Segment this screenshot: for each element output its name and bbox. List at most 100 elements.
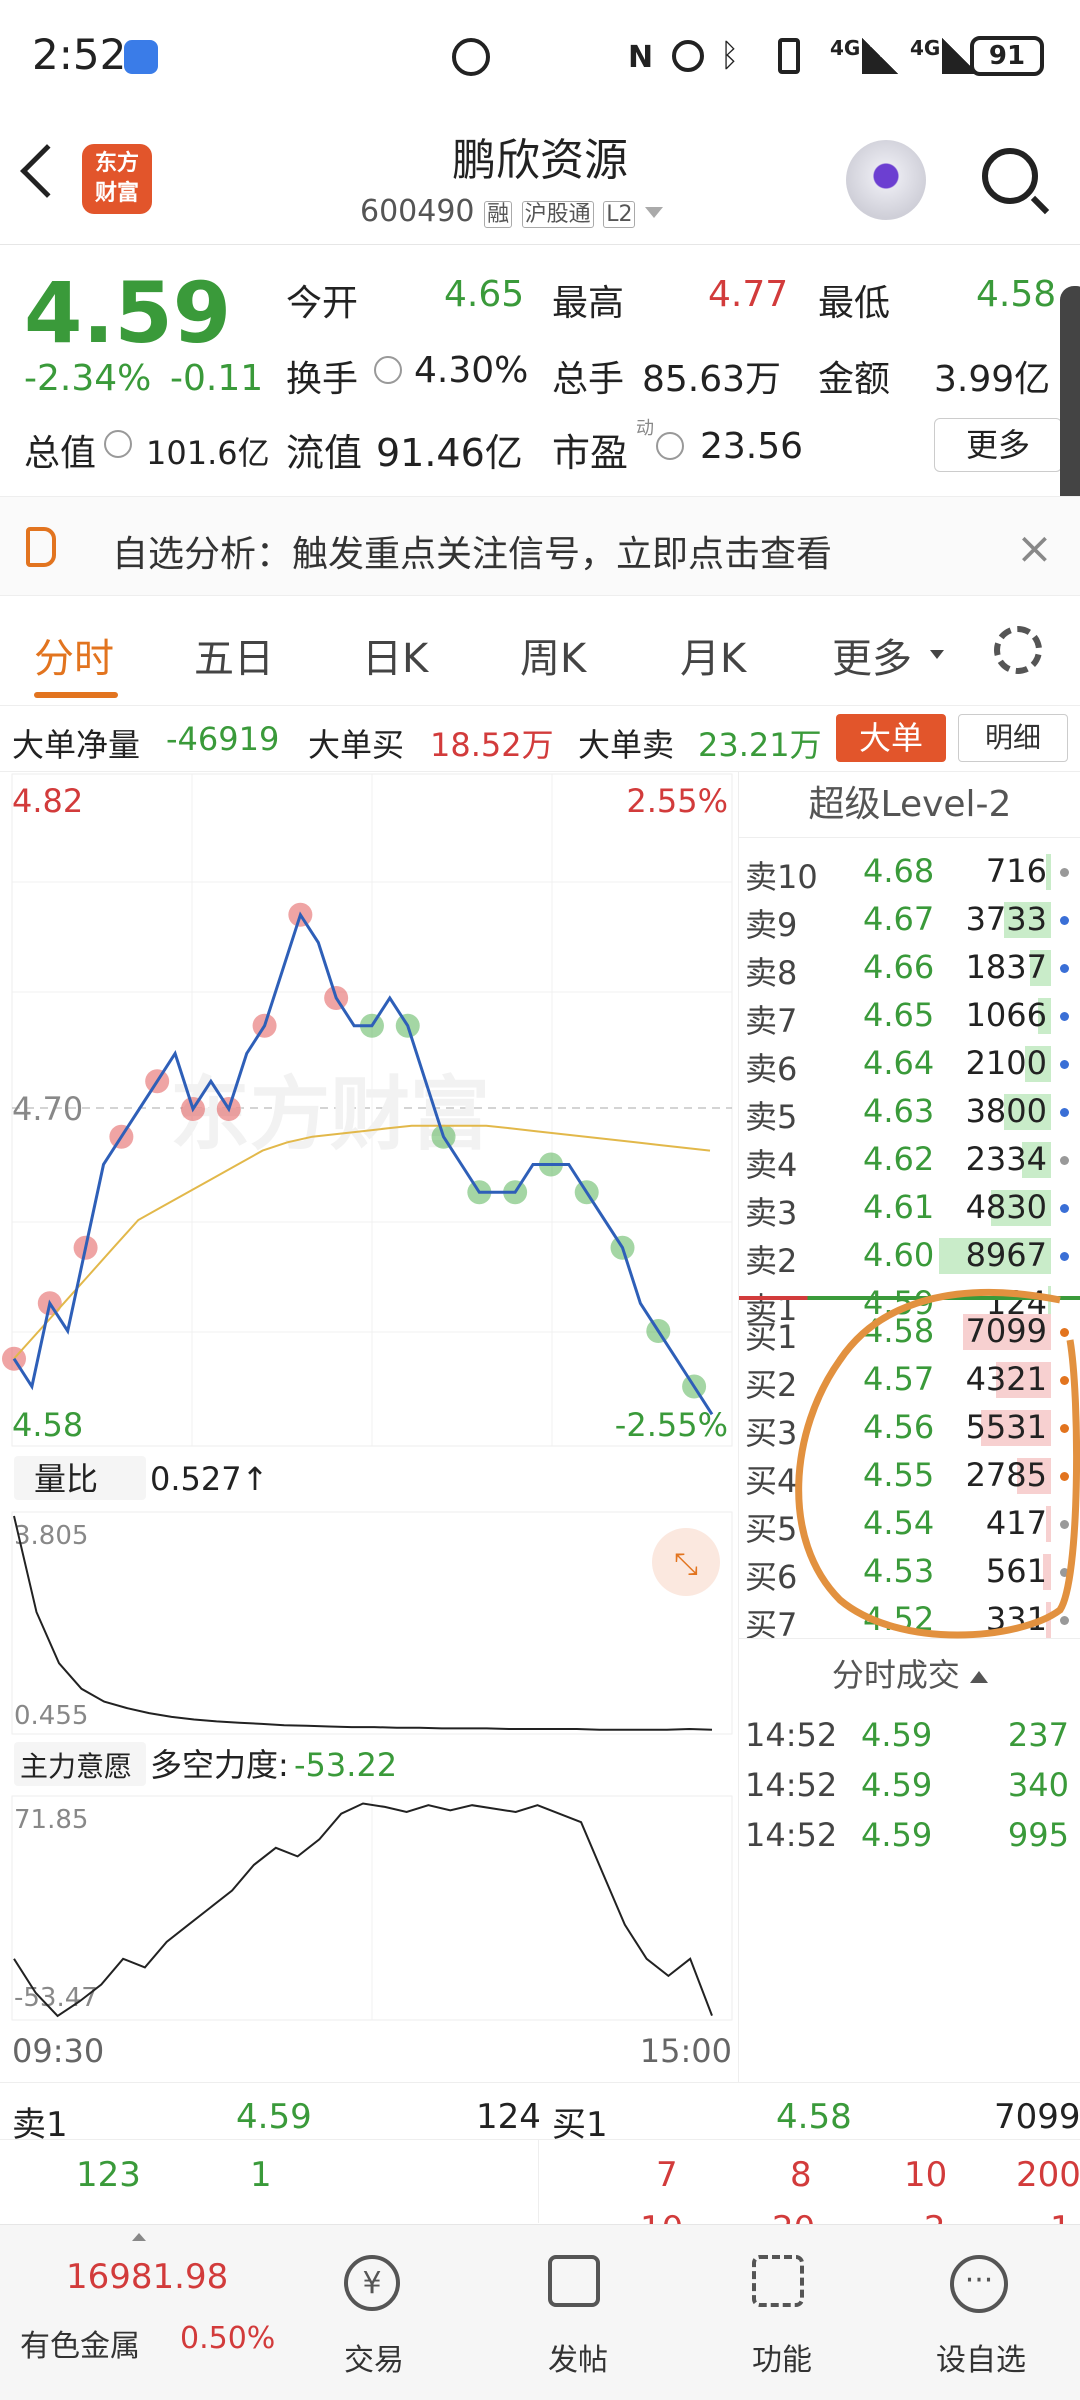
close-icon[interactable]: × — [1016, 523, 1053, 574]
stock-code-line[interactable]: 600490 融 沪股通 L2 — [360, 194, 760, 229]
grid-icon — [752, 2255, 804, 2307]
analysis-banner[interactable]: 自选分析：触发重点关注信号，立即点击查看 × — [0, 496, 1080, 596]
ask-row[interactable]: 卖4 4.62 2334 — [739, 1136, 1080, 1184]
tab-5day[interactable]: 五日 — [194, 626, 274, 684]
info-icon — [104, 430, 132, 458]
level2-title[interactable]: 超级Level-2 — [739, 772, 1080, 838]
tick-price: 4.59 — [861, 1816, 933, 1854]
bottom-price-label: 4.58 — [12, 1406, 83, 1444]
ticks-title: 分时成交 — [831, 1656, 960, 1694]
ask-row[interactable]: 卖10 4.68 716 — [739, 848, 1080, 896]
info-icon — [656, 432, 684, 460]
net-label: 大单净量 — [12, 726, 141, 764]
ask-row[interactable]: 卖8 4.66 1837 — [739, 944, 1080, 992]
vol-ratio-value: 0.527↑ — [150, 1460, 268, 1498]
robot-assistant-icon[interactable] — [846, 140, 926, 220]
ask-row[interactable]: 卖5 4.63 3800 — [739, 1088, 1080, 1136]
ask-row[interactable]: 卖9 4.67 3733 — [739, 896, 1080, 944]
ask-price: 4.62 — [863, 1140, 935, 1178]
app-root: { "status_bar":{"time":"2:52","battery":… — [0, 0, 1080, 2400]
intraday-chart[interactable]: 东方财富 4.82 2.55% 4.70 4.58 -2.55% 量比 0.52… — [0, 772, 736, 2082]
bottom-quote-strip: 卖1 4.59 124 买1 4.58 7099 123 1 7 8 10 20… — [0, 2082, 1080, 2249]
tick-price: 4.59 — [861, 1766, 933, 1804]
caret-down-icon — [930, 650, 944, 659]
turnover-label: 换手 — [286, 359, 359, 400]
ask-row[interactable]: 卖3 4.61 4830 — [739, 1184, 1080, 1232]
buy-detail-2: 8 — [790, 2155, 812, 2195]
ask-price: 4.61 — [863, 1188, 935, 1226]
info-icon — [374, 356, 402, 384]
ask-volume: 3800 — [965, 1092, 1047, 1130]
big-order-bar: 大单净量 -46919 大单买 18.52万 大单卖 23.21万 大单 明细 — [0, 706, 1080, 772]
back-icon[interactable] — [20, 144, 74, 198]
add-watchlist-button[interactable]: ··· 设自选 — [928, 2225, 1048, 2400]
ask-row[interactable]: 卖6 4.64 2100 — [739, 1040, 1080, 1088]
function-button[interactable]: 功能 — [724, 2225, 834, 2400]
pe-label: 市盈 — [552, 431, 629, 475]
tab-intraday[interactable]: 分时 — [34, 626, 114, 684]
ask-row[interactable]: 卖2 4.60 8967 — [739, 1232, 1080, 1280]
tab-weekly-k[interactable]: 周K — [520, 626, 586, 684]
ask-price: 4.67 — [863, 900, 935, 938]
post-button[interactable]: 发帖 — [520, 2225, 630, 2400]
tick-volume: 237 — [1007, 1716, 1069, 1754]
ask-volume: 4830 — [965, 1188, 1047, 1226]
volume-value: 85.63万 — [642, 359, 782, 400]
tick-time: 14:52 — [745, 1816, 838, 1854]
bottom-pct-label: -2.55% — [615, 1406, 728, 1444]
current-price: 4.59 — [24, 264, 232, 362]
status-dot — [1060, 1012, 1069, 1021]
gear-icon[interactable] — [994, 626, 1042, 674]
index-value[interactable]: 16981.98 — [66, 2257, 228, 2297]
status-dot — [1060, 1204, 1069, 1213]
status-dot — [1060, 964, 1069, 973]
tab-more[interactable]: 更多 — [832, 626, 912, 684]
tick-row: 14:52 4.59 340 — [739, 1762, 1080, 1812]
sell-detail-2: 1 — [250, 2155, 272, 2195]
network-type-2: 4G — [910, 36, 941, 60]
ask-row[interactable]: 卖7 4.65 1066 — [739, 992, 1080, 1040]
status-dot — [1060, 916, 1069, 925]
banner-text: 自选分析：触发重点关注信号，立即点击查看 — [112, 534, 833, 575]
ask-volume: 1066 — [965, 996, 1047, 1034]
ask-level-label: 卖10 — [745, 858, 818, 896]
buy-detail-3: 10 — [904, 2155, 948, 2195]
ask-price: 4.65 — [863, 996, 935, 1034]
search-icon-handle — [1030, 195, 1050, 215]
change-pct: -2.34% — [24, 358, 152, 399]
power-label[interactable]: 主力意愿 — [20, 1750, 132, 1783]
index-name[interactable]: 有色金属 — [20, 2321, 140, 2365]
ask-level-label: 卖9 — [745, 906, 798, 944]
float-label: 流值 — [286, 431, 363, 475]
pe-superscript: 动 — [636, 418, 654, 439]
search-icon[interactable] — [982, 148, 1038, 204]
tick-list: 14:52 4.59 237 14:52 4.59 340 14:52 4.59 995 — [739, 1712, 1080, 1862]
speaker-icon — [26, 527, 56, 567]
vol-ratio-min: 0.455 — [14, 1701, 88, 1731]
header-bar: 东方 财富 鹏欣资源 600490 融 沪股通 L2 — [0, 110, 1080, 245]
ask-volume: 1837 — [965, 948, 1047, 986]
status-bar: 2:52 N ᛒ 4G 4G 91 — [0, 0, 1080, 110]
power-value: -53.22 — [294, 1746, 397, 1784]
ask-price: 4.66 — [863, 948, 935, 986]
tick-row: 14:52 4.59 995 — [739, 1812, 1080, 1862]
tab-monthly-k[interactable]: 月K — [680, 626, 746, 684]
more-button[interactable]: 更多 — [934, 418, 1062, 472]
dropdown-icon — [645, 207, 664, 218]
sync-icon — [452, 38, 490, 76]
ask-level-label: 卖8 — [745, 954, 798, 992]
big-order-button[interactable]: 大单 — [836, 714, 946, 762]
ask-level-label: 卖6 — [745, 1050, 798, 1088]
tab-daily-k[interactable]: 日K — [362, 626, 428, 684]
ask-level-label: 卖3 — [745, 1194, 798, 1232]
function-label: 功能 — [752, 2343, 812, 2378]
open-label: 今开 — [286, 283, 359, 324]
status-dot — [1060, 1252, 1069, 1261]
trade-button[interactable]: ¥ 交易 — [320, 2225, 430, 2400]
eastmoney-logo[interactable]: 东方 财富 — [82, 144, 152, 214]
big-buy-value: 18.52万 — [430, 726, 554, 764]
badge-rong: 融 — [484, 201, 513, 228]
detail-button[interactable]: 明细 — [958, 714, 1068, 762]
chart-tabs: 分时 五日 日K 周K 月K 更多 — [0, 596, 1080, 706]
vol-ratio-label[interactable]: 量比 — [34, 1460, 98, 1498]
